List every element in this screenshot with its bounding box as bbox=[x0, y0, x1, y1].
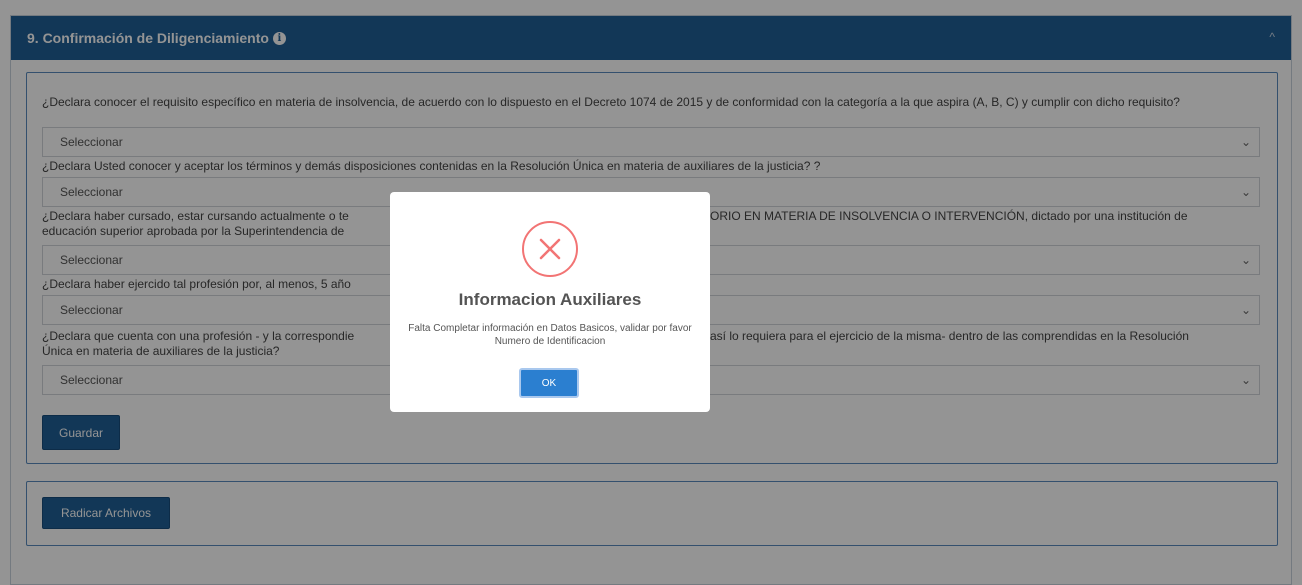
alert-dialog: Informacion Auxiliares Falta Completar i… bbox=[390, 192, 710, 412]
error-icon bbox=[522, 221, 578, 277]
dialog-message: Falta Completar información en Datos Bas… bbox=[408, 323, 692, 347]
dialog-title: Informacion Auxiliares bbox=[458, 290, 642, 309]
ok-button[interactable]: OK bbox=[519, 368, 579, 398]
